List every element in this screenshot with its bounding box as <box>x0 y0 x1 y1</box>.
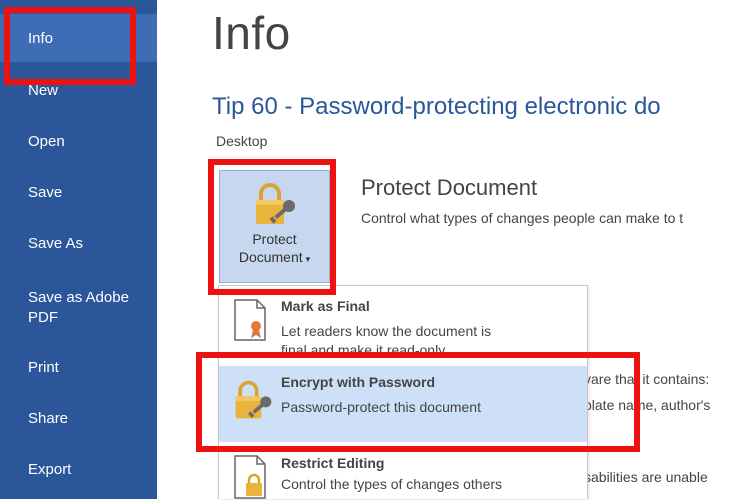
inspect-text-line-3: sabilities are unable <box>584 469 708 485</box>
restrict-editing-title: Restrict Editing <box>281 455 385 471</box>
nav-export[interactable]: Export <box>0 445 157 493</box>
protect-description: Control what types of changes people can… <box>361 210 684 226</box>
annotation-highlight-info <box>4 7 136 85</box>
page-title: Info <box>212 7 291 59</box>
protect-heading: Protect Document <box>361 175 538 200</box>
nav-share-label: Share <box>28 409 69 427</box>
mark-as-final-title: Mark as Final <box>281 298 370 314</box>
nav-print[interactable]: Print <box>0 343 157 391</box>
nav-open-label: Open <box>28 132 65 150</box>
mark-as-final-desc-1: Let readers know the document is <box>281 323 492 339</box>
nav-save-as-adobe-pdf-label: Save as Adobe PDF <box>28 289 129 326</box>
nav-save-as[interactable]: Save As <box>0 219 157 267</box>
nav-export-label: Export <box>28 460 72 478</box>
menu-item-restrict-editing[interactable]: Restrict Editing Control the types of ch… <box>219 448 587 500</box>
nav-save-as-adobe-pdf[interactable]: Save as Adobe PDF <box>0 280 130 336</box>
lock-document-icon <box>234 455 266 499</box>
menu-item-mark-as-final[interactable]: Mark as Final Let readers know the docum… <box>219 290 587 360</box>
annotation-highlight-encrypt <box>196 352 640 452</box>
document-location: Desktop <box>216 133 268 149</box>
nav-save-as-label: Save As <box>28 234 84 252</box>
document-title: Tip 60 - Password-protecting electronic … <box>212 93 661 120</box>
nav-share[interactable]: Share <box>0 394 157 442</box>
nav-save[interactable]: Save <box>0 168 157 216</box>
annotation-highlight-protect-button <box>208 159 336 295</box>
nav-print-label: Print <box>28 358 59 376</box>
nav-open[interactable]: Open <box>0 117 157 165</box>
ribbon-document-icon <box>234 299 266 341</box>
nav-save-label: Save <box>28 183 63 201</box>
restrict-editing-desc: Control the types of changes others <box>281 476 503 492</box>
